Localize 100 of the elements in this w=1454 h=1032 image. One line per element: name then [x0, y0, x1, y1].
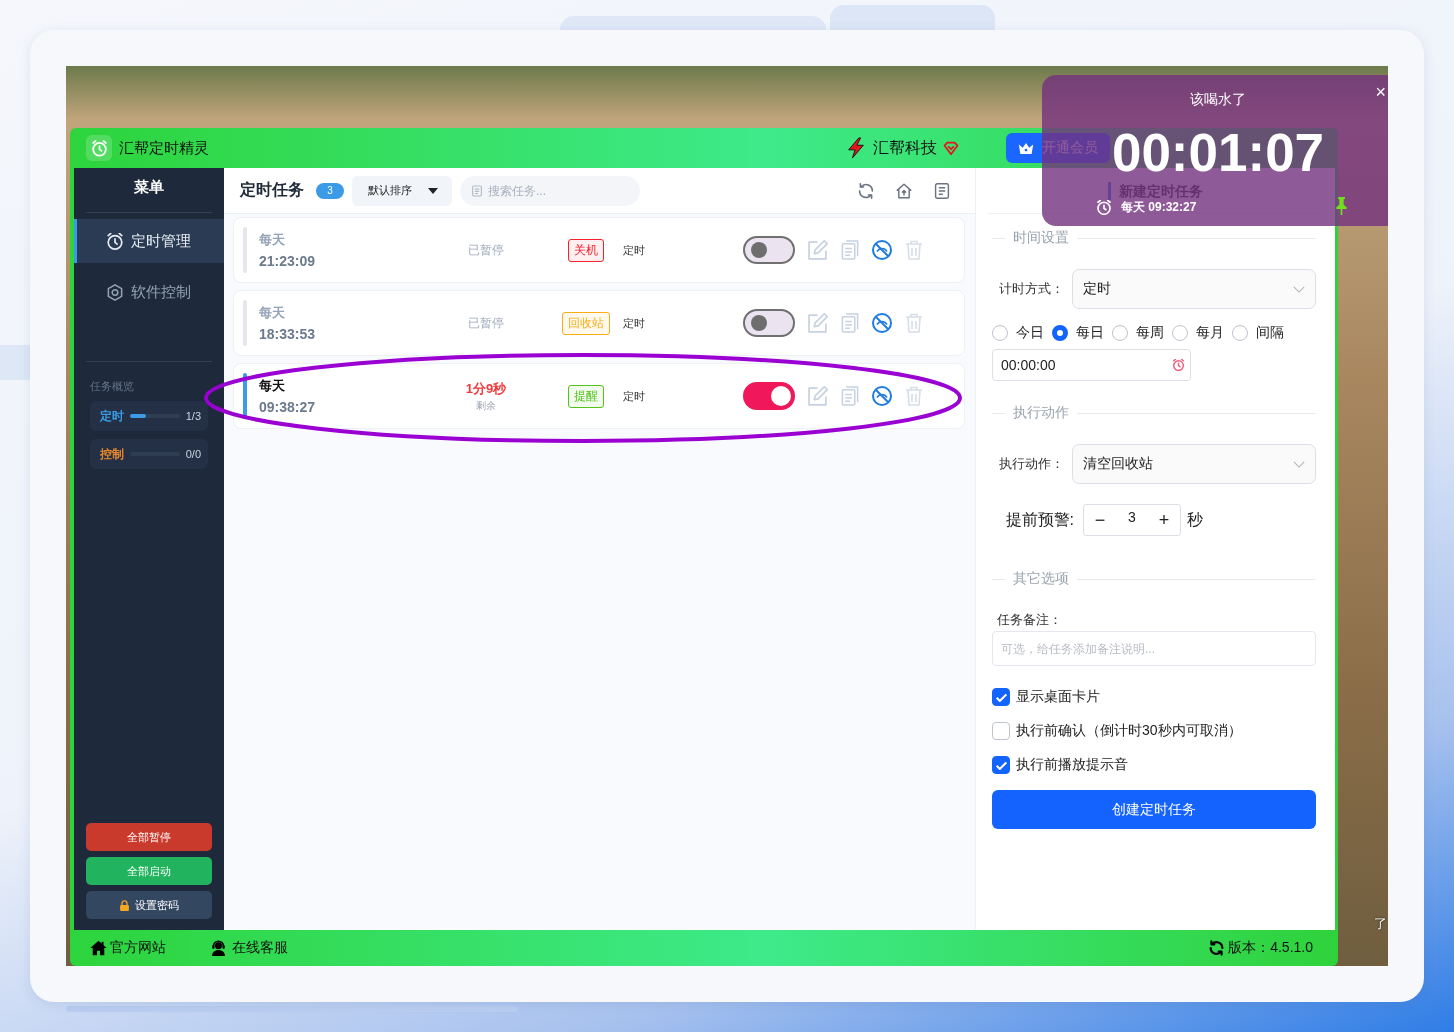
radio-button[interactable]	[1052, 325, 1068, 341]
document-icon	[472, 184, 482, 197]
mode-select[interactable]: 定时	[1072, 269, 1316, 309]
house-icon[interactable]	[896, 182, 912, 199]
radio-button[interactable]	[1232, 325, 1248, 341]
create-button[interactable]: 创建定时任务	[992, 790, 1316, 829]
alarm-clock-icon	[1173, 359, 1184, 371]
slash-circle-icon[interactable]	[872, 313, 892, 333]
action-tag: 回收站	[562, 311, 610, 335]
task-type: 定时	[623, 315, 645, 331]
radio-label: 每周	[1136, 324, 1164, 342]
task-type: 定时	[623, 242, 645, 258]
alarm-clock-icon	[107, 232, 123, 250]
radio-button[interactable]	[992, 325, 1008, 341]
time-field[interactable]: 00:00:00	[992, 349, 1191, 381]
footer-link[interactable]: 在线客服	[210, 939, 288, 957]
gear-icon	[107, 283, 123, 301]
checkbox[interactable]	[992, 722, 1010, 740]
section-heading: 时间设置	[1013, 229, 1069, 247]
caret-icon	[428, 187, 438, 194]
radio-label: 间隔	[1256, 324, 1284, 342]
popup-title: 该喝水了	[1190, 90, 1246, 108]
toggle-switch[interactable]	[743, 382, 795, 410]
footer-link[interactable]: 官方网站	[90, 939, 166, 957]
chevron-icon	[1293, 460, 1305, 468]
toggle-switch[interactable]	[743, 236, 795, 264]
sort-dropdown[interactable]: 默认排序	[352, 175, 452, 206]
minus-button[interactable]: −	[1084, 505, 1116, 535]
overview-title: 任务概览	[90, 379, 135, 394]
radio-label: 今日	[1016, 324, 1044, 342]
house-icon	[90, 940, 107, 956]
check-icon	[995, 760, 1007, 770]
field-label: 任务备注：	[997, 612, 1063, 628]
lock-icon	[119, 899, 129, 911]
task-card[interactable]: 每天 21:23:09 已暂停 关机 定时	[233, 217, 965, 283]
refresh-icon[interactable]	[1209, 940, 1225, 956]
radio-label: 每月	[1196, 324, 1224, 342]
task-card[interactable]: 每天 18:33:53 已暂停 回收站 定时	[233, 290, 965, 356]
radio-button[interactable]	[1112, 325, 1128, 341]
slash-circle-icon[interactable]	[872, 386, 892, 406]
checkbox[interactable]	[992, 756, 1010, 774]
task-repeat: 每天	[259, 230, 286, 249]
field-label: 计时方式：	[998, 280, 1064, 298]
version-text: 版本：4.5.1.0	[1228, 939, 1313, 957]
sidebar-button[interactable]: 设置密码	[86, 891, 212, 919]
desktop-label: 了	[1374, 915, 1387, 933]
task-time: 21:23:09	[259, 251, 317, 270]
task-repeat: 每天	[259, 303, 286, 322]
meter-label: 定时	[100, 407, 124, 425]
app-title: 汇帮定时精灵	[119, 138, 209, 158]
list-title: 定时任务	[240, 180, 304, 200]
meter-count: 1/3	[185, 410, 201, 422]
meter-label: 控制	[100, 445, 124, 463]
sidebar-button[interactable]: 全部暂停	[86, 823, 212, 851]
countdown-text: 1分9秒	[465, 379, 507, 398]
task-status: 已暂停	[468, 241, 504, 259]
nav-item[interactable]: 软件控制	[74, 270, 224, 314]
action-select[interactable]: 清空回收站	[1072, 444, 1316, 484]
action-tag: 关机	[568, 238, 604, 262]
field-label: 提前预警:	[1004, 509, 1074, 530]
note-field[interactable]: 可选，给任务添加备注说明...	[992, 631, 1316, 666]
schedule-text: 每天 09:32:27	[1121, 199, 1197, 216]
field-label: 执行动作：	[998, 455, 1064, 473]
stepper-value[interactable]: 3	[1116, 509, 1148, 525]
chevron-icon	[1293, 285, 1305, 293]
sidebar-title: 菜单	[86, 168, 212, 213]
section-heading: 其它选项	[1013, 570, 1069, 588]
action-tag: 提醒	[568, 384, 604, 408]
pin-icon[interactable]	[1336, 197, 1347, 215]
checkbox-label: 执行前确认（倒计时30秒内可取消）	[1016, 722, 1242, 740]
brand-name: 汇帮科技	[873, 137, 937, 158]
list-icon[interactable]	[934, 182, 950, 199]
countdown-timer: 00:01:07	[1111, 126, 1325, 179]
task-repeat: 每天	[259, 376, 286, 395]
radio-label: 每日	[1076, 324, 1104, 342]
search-field[interactable]: 搜索任务...	[460, 175, 640, 206]
task-time: 09:38:27	[259, 397, 317, 416]
remaining-label: 剩余	[476, 398, 496, 413]
lightning-icon	[847, 137, 865, 159]
slash-circle-icon[interactable]	[872, 240, 892, 260]
unit-label: 秒	[1187, 509, 1203, 530]
section-heading: 执行动作	[1013, 404, 1069, 422]
headset-person-icon	[210, 940, 227, 956]
check-icon	[995, 692, 1007, 702]
plus-button[interactable]: +	[1148, 505, 1180, 535]
checkbox[interactable]	[992, 688, 1010, 706]
meter-count: 0/0	[185, 448, 201, 460]
task-type: 定时	[623, 388, 645, 404]
task-status: 已暂停	[468, 314, 504, 332]
toggle-switch[interactable]	[743, 309, 795, 337]
nav-item[interactable]: 定时管理	[74, 219, 224, 263]
task-card[interactable]: 每天 09:38:27 1分9秒 剩余 提醒 定时	[233, 363, 965, 429]
alarm-clock-icon	[1097, 200, 1111, 215]
gem-icon	[943, 140, 959, 156]
crown-icon	[1018, 141, 1034, 155]
task-time: 18:33:53	[259, 324, 317, 343]
close-button[interactable]: ×	[1375, 83, 1386, 101]
alarm-clock-icon	[86, 135, 112, 161]
radio-button[interactable]	[1172, 325, 1188, 341]
refresh-icon[interactable]	[858, 182, 874, 199]
